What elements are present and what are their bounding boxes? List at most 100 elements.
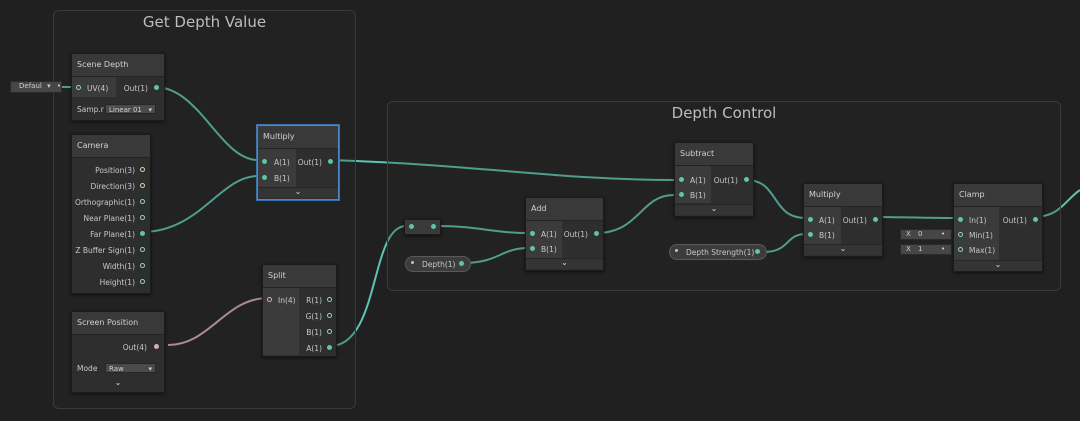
output-label-height: Height(1) — [99, 278, 135, 287]
uv-default-dropdown[interactable]: Defaul ▾ • — [10, 81, 62, 93]
input-port-a[interactable] — [262, 159, 267, 164]
node-title: Subtract — [675, 143, 753, 166]
clamp-max-field[interactable]: X 1 • — [900, 244, 952, 255]
input-port-a[interactable] — [530, 231, 535, 236]
output-port-width[interactable] — [140, 263, 145, 268]
property-depth-strength[interactable]: Depth Strength(1) — [669, 244, 767, 260]
input-port-b[interactable] — [530, 246, 535, 251]
property-output-port[interactable] — [459, 261, 464, 266]
node-screen-position[interactable]: Screen Position Out(4) Mode Raw ▾ ⌄ — [71, 311, 165, 393]
input-port-min[interactable] — [958, 232, 963, 237]
input-label-b: B(1) — [541, 245, 557, 254]
chevron-down-icon[interactable]: ⌄ — [675, 204, 753, 214]
input-port-b[interactable] — [262, 175, 267, 180]
reroute-output-port[interactable] — [431, 224, 436, 229]
dropdown-arrow-icon: ▾ — [148, 365, 152, 373]
input-label-a: A(1) — [690, 176, 706, 185]
node-multiply-1[interactable]: Multiply A(1) B(1) Out(1) ⌄ — [257, 125, 339, 200]
sampler-label: Samp.r — [77, 105, 104, 114]
property-dot — [411, 261, 414, 264]
chevron-down-icon[interactable]: ⌄ — [72, 378, 164, 388]
reroute-input-port[interactable] — [409, 224, 414, 229]
x-label: X — [906, 245, 911, 253]
input-port-a[interactable] — [808, 217, 813, 222]
input-label-b: B(1) — [274, 174, 290, 183]
output-port-out[interactable] — [594, 231, 599, 236]
property-output-port[interactable] — [755, 249, 760, 254]
output-label-b: B(1) — [306, 328, 322, 337]
x-label: X — [906, 230, 911, 238]
node-title: Scene Depth — [72, 54, 164, 77]
output-port-a[interactable] — [327, 345, 332, 350]
output-label-g: G(1) — [305, 312, 322, 321]
node-title: Multiply — [804, 184, 882, 207]
output-label-r: R(1) — [306, 296, 322, 305]
output-label-out: Out(1) — [297, 158, 322, 167]
input-port-in[interactable] — [958, 217, 963, 222]
output-port-direction[interactable] — [140, 183, 145, 188]
output-port-far-plane[interactable] — [140, 231, 145, 236]
dropdown-arrow-icon: ▾ — [47, 82, 51, 90]
output-port-out[interactable] — [744, 177, 749, 182]
input-label-uv: UV(4) — [87, 84, 109, 93]
property-label: Depth Strength(1) — [686, 248, 755, 257]
output-label-out: Out(1) — [842, 216, 867, 225]
input-port-max[interactable] — [958, 247, 963, 252]
sampler-dropdown[interactable]: Linear 01 ▾ — [105, 104, 156, 114]
input-port-a[interactable] — [679, 177, 684, 182]
node-title: Split — [263, 265, 336, 288]
node-clamp[interactable]: Clamp In(1) Min(1) Max(1) Out(1) ⌄ — [953, 183, 1043, 272]
input-port-b[interactable] — [679, 192, 684, 197]
output-label-out: Out(4) — [122, 343, 147, 352]
min-value: 0 — [918, 230, 923, 238]
input-label-b: B(1) — [690, 191, 706, 200]
group-title: Get Depth Value — [142, 13, 267, 31]
node-add[interactable]: Add A(1) B(1) Out(1) ⌄ — [525, 197, 604, 271]
mode-value: Raw — [109, 365, 124, 373]
output-label-direction: Direction(3) — [90, 182, 135, 191]
output-label-out: Out(1) — [713, 176, 738, 185]
output-port-out[interactable] — [873, 217, 878, 222]
output-label-width: Width(1) — [102, 262, 135, 271]
output-port-near-plane[interactable] — [140, 215, 145, 220]
mode-dropdown[interactable]: Raw ▾ — [105, 363, 156, 373]
node-title: Screen Position — [72, 312, 164, 335]
input-label-in: In(1) — [969, 216, 987, 225]
input-label-in: In(4) — [278, 296, 296, 305]
chevron-down-icon[interactable]: ⌄ — [526, 258, 603, 268]
chevron-down-icon[interactable]: ⌄ — [954, 260, 1042, 270]
output-label-out: Out(1) — [1002, 216, 1027, 225]
node-split[interactable]: Split In(4) R(1) G(1) B(1) A(1) — [262, 264, 337, 357]
output-port-orthographic[interactable] — [140, 199, 145, 204]
link-dot-icon: • — [941, 245, 946, 253]
node-camera[interactable]: Camera Position(3) Direction(3) Orthogra… — [71, 134, 151, 294]
sampler-value: Linear 01 — [109, 106, 142, 114]
input-port-b[interactable] — [808, 232, 813, 237]
group-title: Depth Control — [671, 104, 777, 122]
node-title: Clamp — [954, 184, 1042, 207]
output-port-out[interactable] — [154, 85, 159, 90]
input-label-max: Max(1) — [969, 246, 996, 255]
output-port-position[interactable] — [140, 167, 145, 172]
output-port-z-buffer-sign[interactable] — [140, 247, 145, 252]
reroute-node[interactable] — [404, 219, 441, 235]
output-port-out[interactable] — [1033, 217, 1038, 222]
input-port-in[interactable] — [267, 297, 272, 302]
output-port-g[interactable] — [327, 313, 332, 318]
chevron-down-icon[interactable]: ⌄ — [258, 187, 338, 197]
property-depth[interactable]: Depth(1) — [405, 256, 471, 272]
output-port-out[interactable] — [328, 159, 333, 164]
clamp-min-field[interactable]: X 0 • — [900, 229, 952, 240]
output-port-out[interactable] — [154, 344, 159, 349]
node-scene-depth[interactable]: Scene Depth UV(4) Out(1) Samp.r Linear 0… — [71, 53, 165, 121]
output-port-r[interactable] — [327, 297, 332, 302]
output-label-z-buffer-sign: Z Buffer Sign(1) — [75, 246, 135, 255]
chevron-down-icon[interactable]: ⌄ — [804, 244, 882, 254]
node-multiply-2[interactable]: Multiply A(1) B(1) Out(1) ⌄ — [803, 183, 883, 257]
output-label-near-plane: Near Plane(1) — [83, 214, 135, 223]
node-subtract[interactable]: Subtract A(1) B(1) Out(1) ⌄ — [674, 142, 754, 217]
input-port-uv[interactable] — [76, 85, 81, 90]
output-port-b[interactable] — [327, 329, 332, 334]
property-dot — [675, 249, 678, 252]
output-port-height[interactable] — [140, 279, 145, 284]
